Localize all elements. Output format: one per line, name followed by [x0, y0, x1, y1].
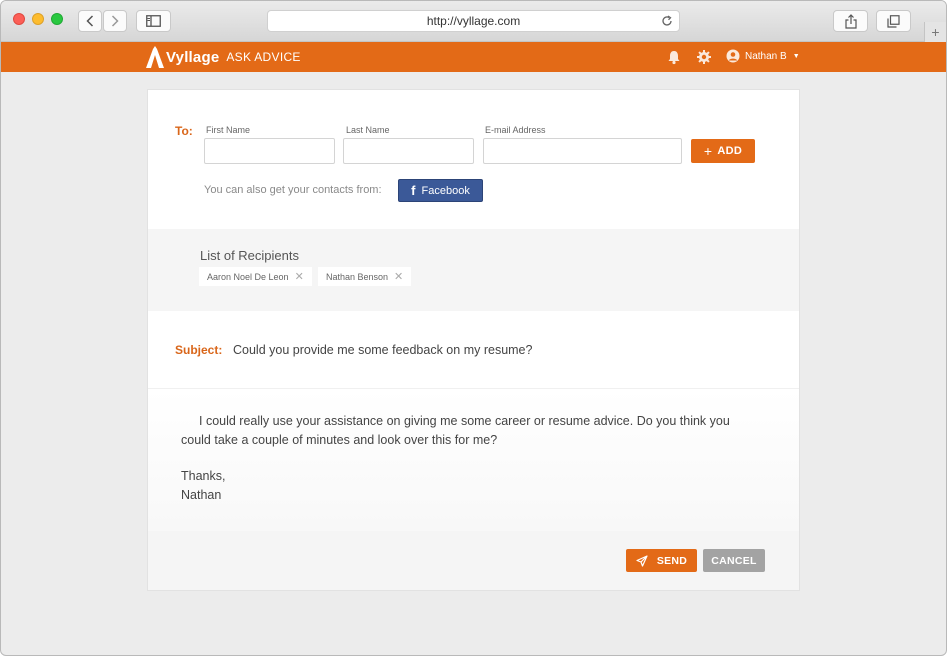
cancel-button[interactable]: CANCEL [703, 549, 765, 572]
browser-toolbar: http://vyllage.com [1, 1, 946, 42]
facebook-icon: f [411, 183, 416, 198]
remove-icon[interactable]: ✕ [394, 270, 403, 283]
add-button-label: ADD [717, 145, 743, 157]
zoom-window-button[interactable] [51, 13, 63, 25]
email-field[interactable] [483, 138, 682, 164]
sidebar-icon [146, 15, 161, 27]
new-tab-button[interactable]: + [924, 22, 946, 42]
recipient-chip: Nathan Benson ✕ [318, 267, 412, 286]
brand[interactable]: Vyllage ASK ADVICE [146, 46, 301, 68]
ask-advice-card: To: First Name Last Name E-mail Address … [147, 89, 800, 591]
message-closing[interactable]: Thanks, [181, 467, 751, 486]
facebook-button-label: Facebook [421, 184, 470, 197]
last-name-field[interactable] [343, 138, 474, 164]
send-button[interactable]: SEND [626, 549, 697, 572]
first-name-label: First Name [206, 125, 251, 135]
brand-name: Vyllage [166, 48, 220, 66]
chevron-right-icon [111, 15, 119, 27]
first-name-field[interactable] [204, 138, 335, 164]
page-title: ASK ADVICE [226, 50, 301, 64]
recipients-section: List of Recipients Aaron Noel De Leon ✕ … [148, 229, 799, 311]
cancel-button-label: CANCEL [711, 554, 757, 567]
user-menu[interactable]: Nathan B ▼ [726, 49, 800, 63]
tabs-icon [887, 14, 900, 28]
reload-icon[interactable] [661, 15, 673, 27]
vyllage-logo-icon [146, 46, 164, 68]
address-bar[interactable]: http://vyllage.com [267, 10, 680, 32]
message-body[interactable]: I could really use your assistance on gi… [181, 412, 751, 450]
url-text: http://vyllage.com [426, 14, 521, 28]
message-signature[interactable]: Nathan [181, 486, 751, 505]
browser-window: http://vyllage.com + Vyllage ASK ADVICE [0, 0, 947, 656]
back-button[interactable] [78, 10, 102, 32]
subject-section: Subject: Could you provide me some feedb… [148, 311, 799, 389]
forward-button[interactable] [103, 10, 127, 32]
paper-plane-icon [636, 554, 648, 567]
recipient-chip: Aaron Noel De Leon ✕ [199, 267, 312, 286]
share-icon [844, 13, 857, 29]
message-section[interactable]: I could really use your assistance on gi… [148, 389, 799, 531]
actions-footer: SEND CANCEL [148, 531, 799, 590]
remove-icon[interactable]: ✕ [295, 270, 304, 283]
to-label: To: [175, 124, 193, 138]
sidebar-toggle-button[interactable] [136, 10, 171, 32]
contacts-hint: You can also get your contacts from: [204, 184, 382, 196]
chevron-left-icon [86, 15, 94, 27]
plus-icon: + [703, 143, 713, 159]
recipients-title: List of Recipients [200, 248, 299, 263]
to-section: To: First Name Last Name E-mail Address … [148, 90, 799, 229]
last-name-label: Last Name [346, 125, 390, 135]
gear-icon[interactable] [696, 49, 712, 65]
recipient-name: Aaron Noel De Leon [207, 271, 289, 282]
avatar-icon [726, 49, 740, 63]
bell-icon[interactable] [666, 49, 682, 65]
share-button[interactable] [833, 10, 868, 32]
send-button-label: SEND [656, 554, 688, 567]
chevron-down-icon: ▼ [792, 52, 800, 60]
email-label: E-mail Address [485, 125, 546, 135]
plus-icon: + [931, 24, 940, 40]
minimize-window-button[interactable] [32, 13, 44, 25]
recipient-name: Nathan Benson [326, 271, 389, 282]
facebook-button[interactable]: f Facebook [398, 179, 483, 202]
subject-field[interactable]: Could you provide me some feedback on my… [233, 343, 532, 357]
close-window-button[interactable] [13, 13, 25, 25]
user-name: Nathan B [745, 50, 787, 62]
app-header: Vyllage ASK ADVICE Nathan B ▼ [1, 42, 946, 72]
tabs-overview-button[interactable] [876, 10, 911, 32]
add-recipient-button[interactable]: + ADD [691, 139, 755, 163]
subject-label: Subject: [175, 343, 223, 357]
